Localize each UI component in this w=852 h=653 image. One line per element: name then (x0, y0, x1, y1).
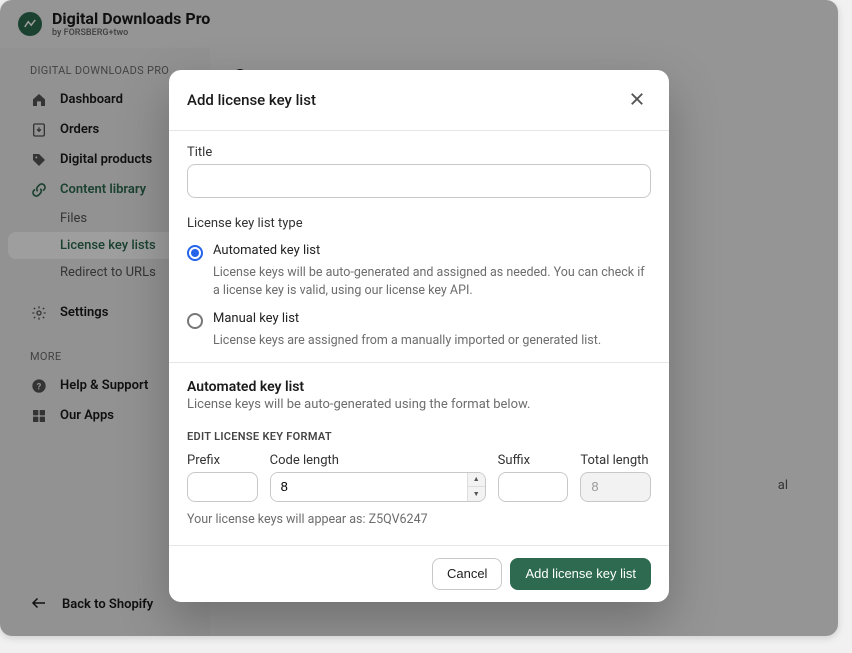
radio-manual[interactable]: Manual key list (187, 311, 651, 329)
stepper-down-icon[interactable]: ▼ (468, 487, 485, 501)
radio-icon (187, 313, 203, 329)
code-length-label: Code length (270, 453, 486, 468)
add-license-key-list-modal: Add license key list Title License key l… (169, 70, 669, 602)
suffix-input[interactable] (498, 472, 569, 502)
code-length-input[interactable] (271, 473, 467, 501)
radio-description: License keys will be auto-generated and … (213, 264, 651, 299)
format-section-label: EDIT LICENSE KEY FORMAT (187, 430, 651, 443)
title-field-label: Title (187, 145, 651, 160)
add-license-key-list-button[interactable]: Add license key list (510, 558, 651, 590)
total-length-input (580, 472, 651, 502)
prefix-label: Prefix (187, 453, 258, 468)
auto-section-desc: License keys will be auto-generated usin… (187, 397, 651, 412)
close-button[interactable] (623, 86, 651, 114)
radio-automated[interactable]: Automated key list (187, 243, 651, 261)
title-input[interactable] (187, 164, 651, 198)
radio-label: Automated key list (213, 243, 320, 258)
code-length-stepper[interactable]: ▲ ▼ (270, 472, 486, 502)
suffix-label: Suffix (498, 453, 569, 468)
type-field-label: License key list type (187, 216, 651, 231)
radio-icon (187, 245, 203, 261)
key-preview: Your license keys will appear as: Z5QV62… (187, 512, 651, 527)
auto-section-title: Automated key list (187, 379, 651, 395)
modal-title: Add license key list (187, 91, 316, 109)
radio-description: License keys are assigned from a manuall… (213, 332, 651, 350)
modal-overlay[interactable]: Add license key list Title License key l… (0, 0, 838, 636)
prefix-input[interactable] (187, 472, 258, 502)
radio-label: Manual key list (213, 311, 299, 326)
close-icon (628, 90, 646, 111)
cancel-button[interactable]: Cancel (432, 558, 502, 590)
total-length-label: Total length (580, 453, 651, 468)
stepper-up-icon[interactable]: ▲ (468, 473, 485, 488)
